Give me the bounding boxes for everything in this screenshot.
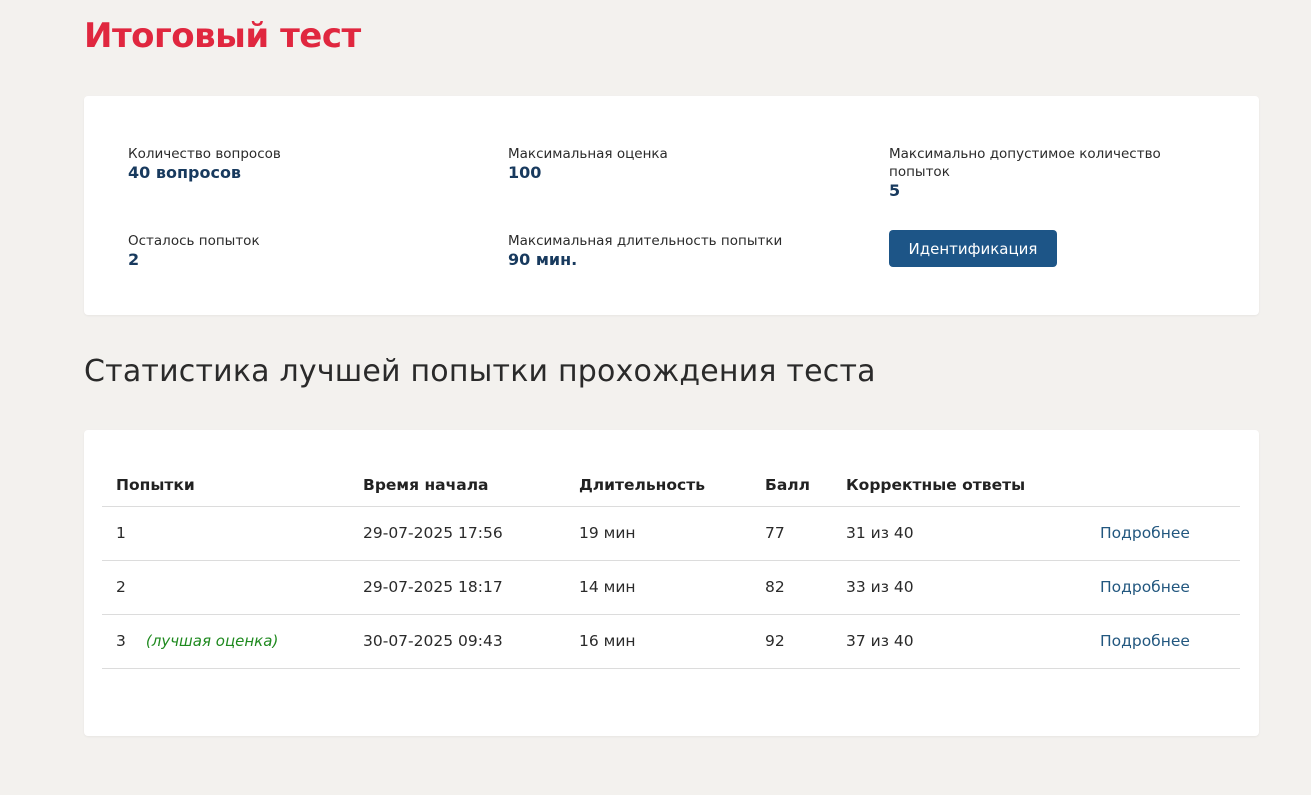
max-duration-label: Максимальная длительность попытки <box>508 233 783 249</box>
attempts-table: Попытки Время начала Длительность Балл К… <box>102 464 1240 669</box>
cell-score: 92 <box>751 614 832 669</box>
header-attempts: Попытки <box>102 464 349 507</box>
cell-details: Подробнее <box>1086 614 1240 669</box>
attempts-left-value: 2 <box>128 250 140 269</box>
table-header-row: Попытки Время начала Длительность Балл К… <box>102 464 1240 507</box>
details-link[interactable]: Подробнее <box>1100 632 1190 650</box>
details-link[interactable]: Подробнее <box>1100 524 1190 542</box>
cell-duration: 16 мин <box>565 614 751 669</box>
max-score-label: Максимальная оценка <box>508 146 668 162</box>
identification-button[interactable]: Идентификация <box>889 230 1057 267</box>
cell-start-time: 30-07-2025 09:43 <box>349 614 565 669</box>
max-score-info: Максимальная оценка 100 <box>508 145 808 183</box>
cell-attempt: 3 (лучшая оценка) <box>102 614 349 669</box>
max-attempts-label: Максимально допустимое количество попыто… <box>889 146 1161 180</box>
questions-count-value: 40 вопросов <box>128 163 242 182</box>
attempt-number: 1 <box>116 524 126 542</box>
best-score-note: (лучшая оценка) <box>145 632 279 650</box>
header-actions <box>1086 464 1240 507</box>
questions-count-info: Количество вопросов 40 вопросов <box>128 145 428 183</box>
questions-count-label: Количество вопросов <box>128 146 281 162</box>
cell-start-time: 29-07-2025 17:56 <box>349 506 565 561</box>
max-attempts-value: 5 <box>889 181 901 200</box>
header-duration: Длительность <box>565 464 751 507</box>
cell-details: Подробнее <box>1086 560 1240 615</box>
max-score-value: 100 <box>508 163 542 182</box>
attempt-number: 2 <box>116 578 126 596</box>
cell-correct-answers: 33 из 40 <box>832 560 1086 615</box>
attempts-left-info: Осталось попыток 2 <box>128 232 428 270</box>
attempt-number: 3 <box>116 632 126 650</box>
cell-start-time: 29-07-2025 18:17 <box>349 560 565 615</box>
cell-details: Подробнее <box>1086 506 1240 561</box>
cell-attempt: 2 <box>102 560 349 615</box>
attempts-left-label: Осталось попыток <box>128 233 260 249</box>
cell-duration: 19 мин <box>565 506 751 561</box>
cell-attempt: 1 <box>102 506 349 561</box>
cell-score: 77 <box>751 506 832 561</box>
table-row: 1 29-07-2025 17:56 19 мин 77 31 из 40 По… <box>102 506 1240 561</box>
cell-duration: 14 мин <box>565 560 751 615</box>
max-duration-value: 90 мин. <box>508 250 578 269</box>
header-correct-answers: Корректные ответы <box>832 464 1086 507</box>
table-row: 2 29-07-2025 18:17 14 мин 82 33 из 40 По… <box>102 560 1240 615</box>
table-row: 3 (лучшая оценка) 30-07-2025 09:43 16 мин… <box>102 614 1240 669</box>
page-title: Итоговый тест <box>84 16 361 56</box>
cell-score: 82 <box>751 560 832 615</box>
header-start-time: Время начала <box>349 464 565 507</box>
max-duration-info: Максимальная длительность попытки 90 мин… <box>508 232 808 270</box>
stats-section-title: Статистика лучшей попытки прохождения те… <box>84 354 876 389</box>
max-attempts-info: Максимально допустимое количество попыто… <box>889 145 1189 201</box>
cell-correct-answers: 37 из 40 <box>832 614 1086 669</box>
details-link[interactable]: Подробнее <box>1100 578 1190 596</box>
cell-correct-answers: 31 из 40 <box>832 506 1086 561</box>
test-info-card: Количество вопросов 40 вопросов Максимал… <box>84 96 1259 315</box>
stats-card: Попытки Время начала Длительность Балл К… <box>84 430 1259 736</box>
header-score: Балл <box>751 464 832 507</box>
